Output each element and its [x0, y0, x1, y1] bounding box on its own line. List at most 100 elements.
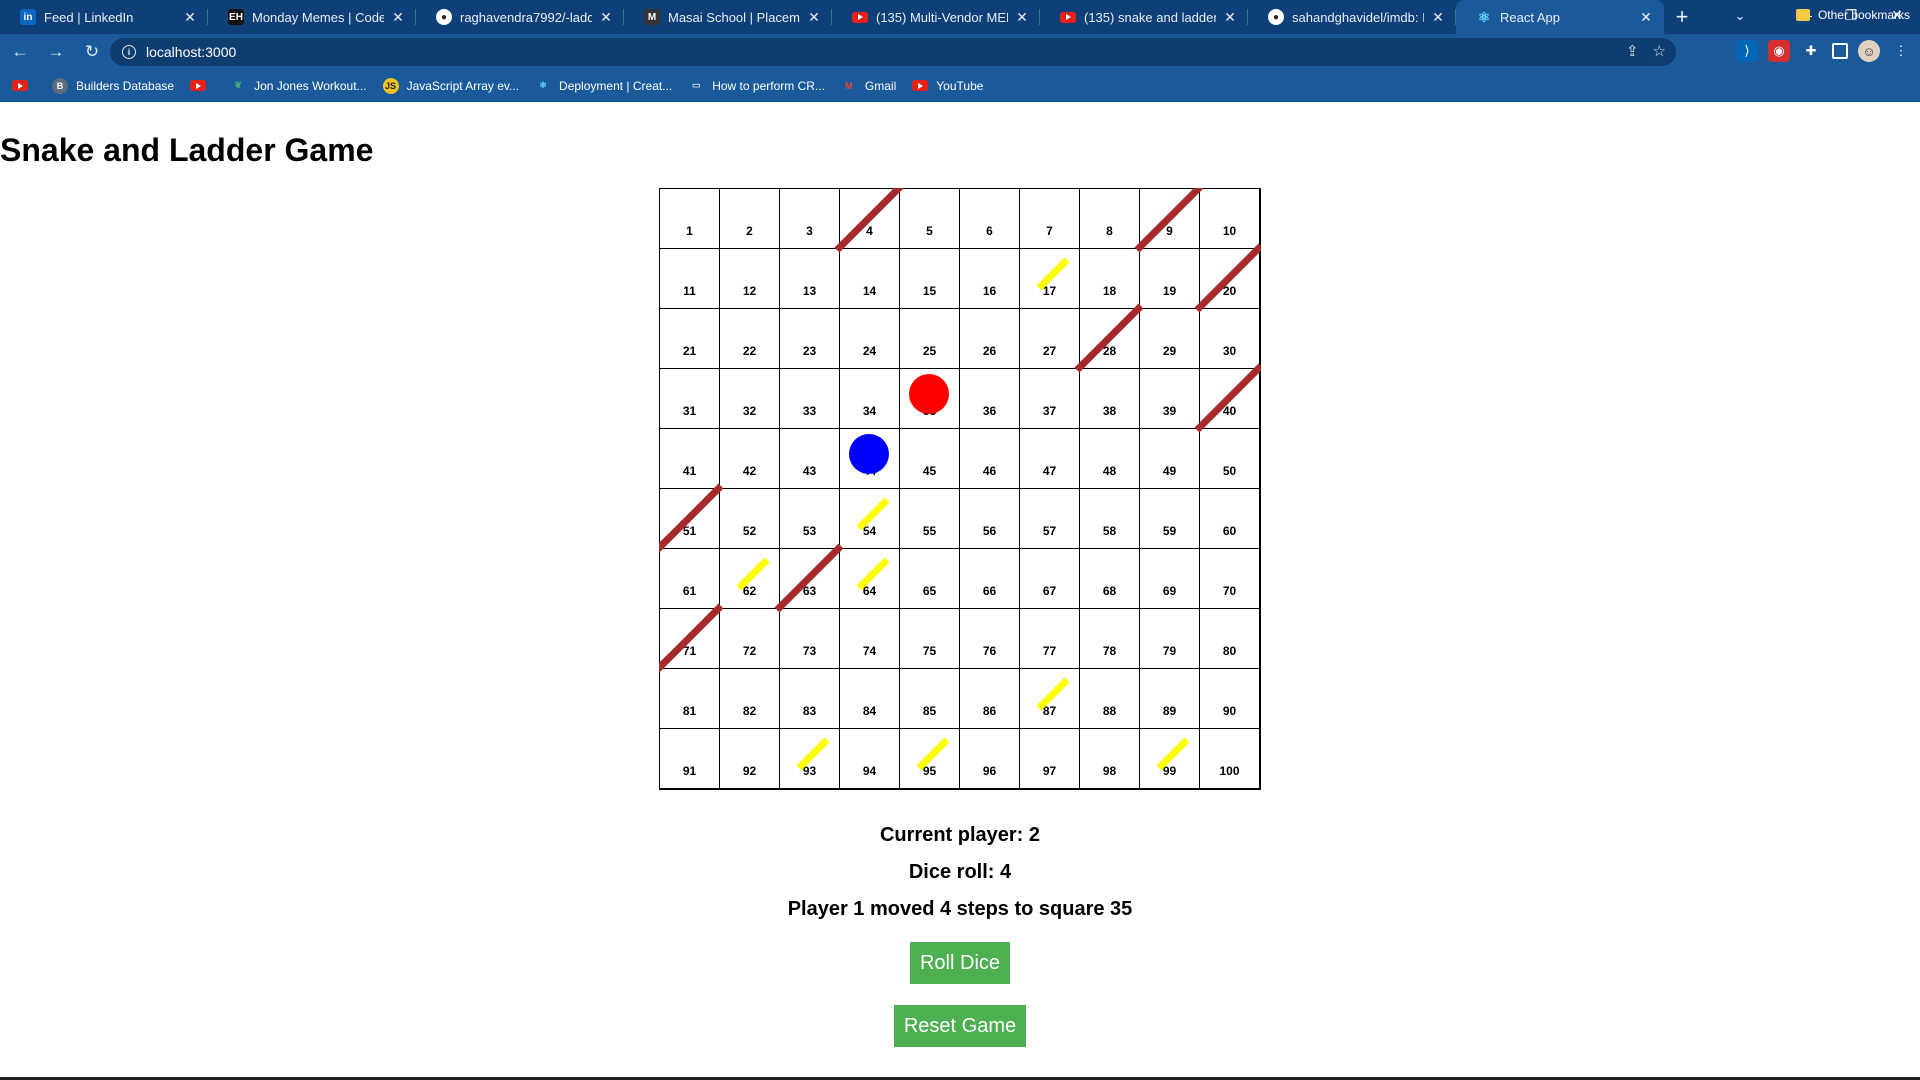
forward-arrow-icon[interactable]: → [40, 36, 72, 68]
leaf-icon: ❦ [234, 80, 242, 90]
board-cell: 2 [719, 188, 780, 249]
board-cell: 12 [719, 248, 780, 309]
board-cell: 63 [779, 548, 840, 609]
cell-number: 26 [982, 344, 997, 358]
roll-dice-button[interactable]: Roll Dice [910, 942, 1010, 984]
cell-number: 80 [1222, 644, 1237, 658]
browser-tab[interactable]: EH Monday Memes | Coder m ✕ [208, 0, 416, 34]
cell-number: 57 [1042, 524, 1057, 538]
new-tab-button[interactable]: + [1664, 0, 1700, 34]
tab-close-icon[interactable]: ✕ [806, 9, 822, 26]
cell-number: 10 [1222, 224, 1237, 238]
board-cell: 25 [899, 308, 960, 369]
reset-game-button[interactable]: Reset Game [894, 1005, 1026, 1047]
address-bar[interactable]: i localhost:3000 ⇪ ☆ [110, 38, 1676, 66]
red-extension-icon[interactable]: ◉ [1768, 40, 1790, 62]
github-icon: ● [436, 9, 452, 25]
board-cell: 80 [1199, 608, 1260, 669]
cell-number: 84 [862, 704, 877, 718]
board-cell: 98 [1079, 728, 1140, 789]
other-bookmarks[interactable]: Other bookmarks [1795, 8, 1910, 22]
bookmark-item[interactable]: B Builders Database [52, 77, 174, 94]
board-cell: 55 [899, 488, 960, 549]
bookmark-label: Jon Jones Workout... [254, 78, 367, 93]
cell-number: 100 [1219, 764, 1240, 778]
cell-number: 50 [1222, 464, 1237, 478]
cell-number: 65 [922, 584, 937, 598]
tab-close-icon[interactable]: ✕ [1014, 9, 1030, 26]
cell-number: 1 [686, 224, 693, 238]
site-info-icon[interactable]: i [122, 45, 136, 59]
browser-tab[interactable]: ⚛ React App ✕ [1456, 0, 1664, 34]
site-favicon-icon: in [20, 9, 36, 25]
browser-tab[interactable]: M Masai School | Placements ✕ [624, 0, 832, 34]
tab-search-chevron-icon[interactable]: ⌄ [1726, 4, 1754, 28]
cell-number: 7 [1046, 224, 1053, 238]
cell-number: 93 [802, 764, 817, 778]
extensions-puzzle-icon[interactable]: ✚ [1800, 40, 1822, 62]
bookmark-item[interactable] [12, 78, 36, 94]
bookmark-item[interactable]: ❦ Jon Jones Workout... [230, 78, 367, 94]
board-cell: 13 [779, 248, 840, 309]
board-cell: 70 [1199, 548, 1260, 609]
cell-number: 22 [742, 344, 757, 358]
tab-title: Masai School | Placements [668, 9, 800, 25]
board-cell: 48 [1079, 428, 1140, 489]
cell-number: 61 [682, 584, 697, 598]
browser-tab[interactable]: ● sahandghavidel/imdb: IMD ✕ [1248, 0, 1456, 34]
bookmark-item[interactable]: YouTube [912, 78, 983, 94]
board-cell: 28 [1079, 308, 1140, 369]
cell-number: 46 [982, 464, 997, 478]
board-cell: 93 [779, 728, 840, 789]
cell-number: 81 [682, 704, 697, 718]
bookmark-item[interactable]: ▭ How to perform CR... [688, 78, 825, 94]
board-cell: 72 [719, 608, 780, 669]
tab-close-icon[interactable]: ✕ [182, 9, 198, 26]
cell-number: 15 [922, 284, 937, 298]
share-icon[interactable]: ⇪ [1626, 42, 1639, 60]
board-cell: 91 [659, 728, 720, 789]
board-cell: 40 [1199, 368, 1260, 429]
cell-number: 88 [1102, 704, 1117, 718]
cell-number: 45 [922, 464, 937, 478]
cell-number: 74 [862, 644, 877, 658]
browser-tab[interactable]: in Feed | LinkedIn ✕ [0, 0, 208, 34]
tab-close-icon[interactable]: ✕ [598, 9, 614, 26]
bookmark-item[interactable]: ⚛ Deployment | Creat... [535, 78, 672, 94]
cell-number: 43 [802, 464, 817, 478]
more-menu-icon[interactable]: ⋮ [1890, 40, 1912, 62]
cell-number: 68 [1102, 584, 1117, 598]
bookmark-item[interactable]: JS JavaScript Array ev... [382, 77, 519, 94]
folder-icon [1795, 9, 1810, 21]
side-panel-icon[interactable] [1832, 43, 1848, 59]
profile-avatar[interactable]: ☺ [1858, 40, 1880, 62]
bookmark-label: YouTube [936, 78, 984, 93]
vscode-extension-icon[interactable]: ⟩ [1736, 40, 1758, 62]
tab-close-icon[interactable]: ✕ [390, 9, 406, 26]
browser-tab[interactable]: ● raghavendra7992/-ladder ✕ [416, 0, 624, 34]
back-arrow-icon[interactable]: ← [4, 36, 36, 68]
browser-tab[interactable]: (135) snake and ladder gar ✕ [1040, 0, 1248, 34]
cell-number: 37 [1042, 404, 1057, 418]
board-cell: 52 [719, 488, 780, 549]
board-cell: 11 [659, 248, 720, 309]
bookmark-item[interactable]: M Gmail [841, 78, 896, 94]
board-cell: 35 [899, 368, 960, 429]
github-icon: ● [1268, 9, 1284, 25]
tab-close-icon[interactable]: ✕ [1430, 9, 1446, 26]
tab-close-icon[interactable]: ✕ [1222, 9, 1238, 26]
cell-number: 40 [1222, 404, 1237, 418]
bookmark-item[interactable] [190, 78, 214, 94]
youtube-icon [12, 78, 28, 94]
bookmark-star-icon[interactable]: ☆ [1653, 42, 1666, 60]
cell-number: 90 [1222, 704, 1237, 718]
cell-number: 53 [802, 524, 817, 538]
reload-icon[interactable]: ↻ [76, 36, 108, 68]
other-bookmarks-label: Other bookmarks [1817, 8, 1910, 22]
cell-number: 86 [982, 704, 997, 718]
javascript-icon: JS [382, 77, 399, 94]
react-icon: ⚛ [539, 80, 548, 90]
browser-tab[interactable]: (135) Multi-Vendor MERN ✕ [832, 0, 1040, 34]
tab-close-icon[interactable]: ✕ [1638, 9, 1654, 26]
board-cell: 100 [1199, 728, 1260, 789]
